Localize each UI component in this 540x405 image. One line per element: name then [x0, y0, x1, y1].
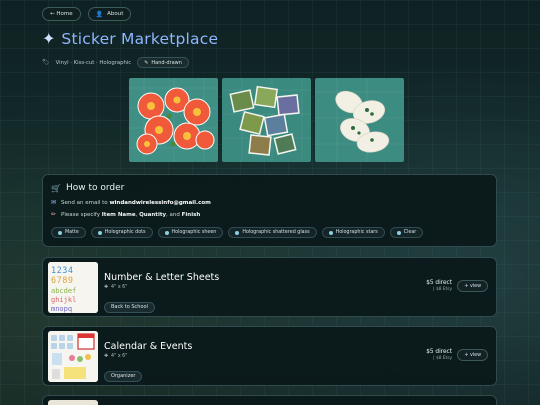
product-image: 1234 6789 abcdef ghijkl mnopq	[48, 262, 98, 313]
product-badge: Organizer	[104, 362, 143, 382]
product-title: Number & Letter Sheets	[104, 272, 220, 283]
dot-icon	[328, 230, 333, 235]
top-nav: ← Home 👤 About	[42, 7, 132, 21]
dot-icon	[164, 230, 169, 235]
dot-icon	[235, 230, 240, 235]
square-stickers-image	[222, 78, 311, 162]
finish-chip[interactable]: Holographic dots	[90, 227, 153, 238]
how-to-order-heading: 🛒 How to order	[51, 183, 125, 193]
product-card-number-letter[interactable]: 1234 6789 abcdef ghijkl mnopq Number & L…	[42, 257, 497, 317]
email-link[interactable]: windandwirelessinfo@gmail.com	[109, 200, 210, 206]
home-label: ← Home	[50, 11, 73, 17]
how-to-order-panel: 🛒 How to order ✉ Send an email to windan…	[42, 174, 497, 247]
product-title: Calendar & Events	[104, 341, 193, 352]
dot-icon	[58, 230, 62, 235]
product-card-calendar[interactable]: Calendar & Events ✚ 4" x 6" Organizer $5…	[42, 326, 497, 386]
price-etsy: | $8 Etsy	[433, 287, 452, 292]
specify-instruction: ✏ Please specify Item Name, Quantity, an…	[51, 211, 201, 218]
ruler-icon: ✚	[104, 285, 109, 290]
flower-stickers-image	[129, 78, 218, 162]
product-image	[48, 331, 98, 382]
svg-text:ghijkl: ghijkl	[51, 296, 76, 304]
calendar-sheet-image	[48, 331, 98, 382]
gallery-image-ovals[interactable]	[315, 78, 404, 162]
price-etsy: | $8 Etsy	[433, 356, 452, 361]
about-label: About	[107, 11, 124, 17]
tags-text: Vinyl · Kiss-cut · Holographic	[55, 59, 132, 66]
finish-chip[interactable]: Matte	[51, 227, 86, 238]
svg-text:1234: 1234	[51, 266, 73, 276]
view-button[interactable]: + view	[457, 349, 488, 361]
page-header: ✦ Sticker Marketplace	[42, 30, 218, 48]
mail-icon: ✉	[51, 199, 57, 206]
ruler-icon: ✚	[104, 354, 109, 359]
palette-icon: ✎	[144, 59, 149, 66]
about-button[interactable]: 👤 About	[87, 7, 132, 21]
dot-icon	[97, 230, 102, 235]
price-block: $5 direct | $8 Etsy	[426, 280, 452, 292]
product-badge: Back to School	[104, 293, 155, 313]
svg-text:abcdef: abcdef	[51, 287, 76, 295]
svg-text:6789: 6789	[51, 276, 73, 286]
price-block: $5 direct | $8 Etsy	[426, 349, 452, 361]
user-icon: 👤	[95, 10, 104, 18]
letter-sheet-image: 1234 6789 abcdef ghijkl mnopq	[48, 262, 98, 313]
dot-icon	[396, 230, 401, 235]
gallery-image-squares[interactable]	[222, 78, 311, 162]
gallery-image-flowers[interactable]	[129, 78, 218, 162]
hand-drawn-chip: ✎ Hand-drawn	[137, 57, 189, 68]
price-direct: $5 direct	[426, 280, 452, 286]
finish-chip[interactable]: Clear	[389, 227, 424, 238]
email-instruction: ✉ Send an email to windandwirelessinfo@g…	[51, 199, 211, 206]
svg-text:mnopq: mnopq	[51, 305, 72, 313]
tag-icon: 🏷	[42, 59, 50, 66]
finish-chip[interactable]: Holographic sheen	[157, 227, 224, 238]
photo-gallery	[129, 78, 404, 162]
view-button[interactable]: + view	[457, 280, 488, 292]
product-size: ✚ 4" x 6"	[104, 354, 128, 359]
cart-icon: 🛒	[51, 183, 61, 193]
product-card-partial[interactable]	[42, 395, 497, 405]
sparkle-icon: ✦	[42, 29, 56, 48]
price-direct: $5 direct	[426, 349, 452, 355]
tags-row: 🏷 Vinyl · Kiss-cut · Holographic ✎ Hand-…	[42, 57, 189, 68]
pencil-icon: ✏	[51, 211, 57, 218]
product-image	[48, 400, 98, 405]
finish-options: Matte Holographic dots Holographic sheen…	[51, 227, 424, 238]
page-title: Sticker Marketplace	[61, 30, 219, 48]
oval-stickers-image	[315, 78, 404, 162]
product-size: ✚ 4" x 6"	[104, 285, 128, 290]
finish-chip[interactable]: Holographic shattered glass	[228, 227, 317, 238]
finish-chip[interactable]: Holographic stars	[321, 227, 385, 238]
home-button[interactable]: ← Home	[42, 7, 81, 21]
